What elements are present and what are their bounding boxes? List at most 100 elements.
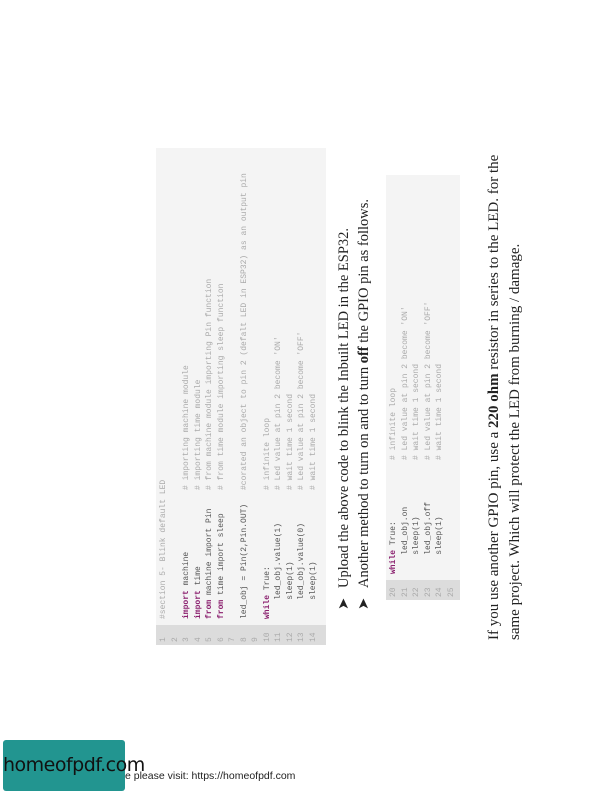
paragraph-bold-text: 220 ohm [486, 373, 502, 428]
code-line: 8 led_obj = Pin(2,Pin.OUT) #corated an obj… [239, 148, 251, 645]
code-text: sleep(1) [285, 561, 297, 619]
code-comment: # Led value at pin 2 become 'OFF' [297, 331, 306, 490]
line-number: 9 [251, 637, 260, 642]
bullet-item: ➤ Another method to turn on and to turn o… [354, 199, 374, 610]
code-body: #section 5- Blink default LED [159, 479, 168, 619]
bullet-text: Another method to turn on and to turn [356, 363, 372, 588]
code-text: led_obj.on [400, 507, 412, 574]
code-line: 9 [250, 148, 262, 645]
code-text: led_obj.value(1) [273, 523, 285, 619]
code-comment: # from time module importing sleep funct… [216, 283, 226, 490]
line-number: 13 [297, 632, 306, 642]
code-text: from time import sleep [216, 513, 228, 619]
line-number: 5 [205, 637, 214, 642]
code-comment: # wait time 1 second [285, 393, 295, 490]
keyword: from [216, 599, 226, 619]
bullet-text: Upload the above code to blink the Inbui… [336, 227, 352, 588]
code-text: led_obj = Pin(2,Pin.OUT) [239, 504, 251, 619]
code-comment: # wait time 1 second [412, 363, 421, 460]
code-line: 3 import machine # importing machine modul… [181, 148, 193, 645]
line-number: 8 [239, 637, 249, 642]
code-line: 2 [170, 148, 182, 645]
line-number: 2 [170, 637, 180, 642]
code-text: led_obj.off [423, 502, 435, 574]
arrow-bullet-icon: ➤ [336, 597, 352, 610]
keyword: import [182, 590, 191, 619]
code-body: time [193, 566, 203, 591]
arrow-bullet-icon: ➤ [356, 597, 372, 610]
code-text: sleep(1) [411, 516, 423, 574]
code-text: led_obj.value(0) [296, 523, 308, 619]
code-body: True: [262, 566, 272, 595]
paragraph-text: If you use another GPIO pin, use a [486, 427, 502, 640]
code-comment: # infinite loop [262, 417, 272, 490]
code-block-blink: 1 #section 5- Blink default LED 2 3 import m… [156, 148, 326, 645]
code-line: 13 led_obj.value(0) # Led value at pin 2 … [296, 148, 308, 645]
code-line: 1 #section 5- Blink default LED [158, 148, 170, 645]
code-body: led_obj.value(1) [274, 522, 283, 619]
code-body: sleep(1) [308, 561, 318, 619]
footer-link-text[interactable]: e please visit: https://homeofpdf.com [125, 770, 295, 782]
keyword: import [193, 590, 203, 619]
code-line: 22 sleep(1) # wait time 1 second [411, 175, 423, 600]
rotated-page-content: 1 #section 5- Blink default LED 2 3 import m… [148, 135, 538, 655]
code-line: 10 while True: # infinite loop [262, 148, 274, 645]
line-number: 20 [389, 587, 398, 597]
line-number: 7 [228, 637, 237, 642]
line-number: 24 [435, 587, 444, 597]
bullet-text: the GPIO pin as follows. [356, 198, 372, 347]
code-line: 6 from time import sleep # from time modul… [216, 148, 228, 645]
line-number: 1 [159, 637, 168, 642]
code-line: 20 while True: # infinite loop [388, 175, 400, 600]
code-line: 12 sleep(1) # wait time 1 second [285, 148, 297, 645]
code-line: 7 [227, 148, 239, 645]
code-comment: # infinite loop [389, 387, 398, 460]
line-number: 6 [216, 637, 226, 642]
keyword: from [205, 599, 214, 619]
code-text: while True: [262, 566, 274, 619]
code-body: sleep(1) [285, 561, 295, 619]
code-body: time import sleep [216, 513, 226, 600]
code-text: import machine [181, 552, 193, 619]
code-comment: # Led value at pin 2 become 'OFF' [423, 301, 433, 460]
line-number: 11 [274, 632, 283, 642]
code-comment: #corated an object to pin 2 (defalt LED … [239, 173, 249, 490]
bullet-list: ➤ Upload the above code to blink the Inbu… [334, 199, 374, 610]
bullet-bold-text: off [356, 346, 372, 364]
code-body: led_obj.value(0) [297, 522, 306, 619]
code-line: 11 led_obj.value(1) # Led value at pin 2 … [273, 148, 285, 645]
code-body: led_obj = Pin(2,Pin.OUT) [239, 503, 249, 619]
line-number: 14 [308, 632, 318, 642]
line-number: 12 [285, 632, 295, 642]
code-text: sleep(1) [434, 516, 446, 574]
code-comment: # importing time module [193, 379, 203, 490]
code-body: sleep(1) [412, 516, 421, 574]
code-comment: # wait time 1 second [308, 393, 318, 490]
code-body: machine [182, 551, 191, 591]
code-line: 21 led_obj.on # Led value at pin 2 become… [400, 175, 412, 600]
homeofpdf-logo[interactable]: homeofpdf.com [3, 740, 145, 791]
keyword: while [389, 549, 398, 574]
code-line: 4 import time # importing time module [193, 148, 205, 645]
bullet-item: ➤ Upload the above code to blink the Inbu… [334, 199, 354, 610]
code-body: led_obj.off [423, 501, 433, 574]
code-comment: # from machine module importing Pin func… [205, 278, 214, 490]
code-line: 24 sleep(1) # wait time 1 second [434, 175, 446, 600]
code-text: while True: [388, 521, 400, 574]
code-line: 25 [446, 175, 458, 600]
code-line: 14 sleep(1) # wait time 1 second [308, 148, 320, 645]
code-comment: # importing machine module [182, 365, 191, 490]
code-comment: # Led value at pin 2 become 'ON' [400, 306, 410, 460]
keyword: while [262, 594, 272, 619]
code-line: 5 from machine import Pin # from machine m… [204, 148, 216, 645]
code-text: sleep(1) [308, 561, 320, 619]
code-body: sleep(1) [435, 516, 444, 574]
code-comment: # Led value at pin 2 become 'ON' [274, 336, 283, 490]
code-body: True: [389, 521, 398, 550]
code-text: import time [193, 566, 205, 619]
code-comment: # wait time 1 second [435, 363, 444, 460]
resistor-note-paragraph: If you use another GPIO pin, use a 220 o… [484, 140, 526, 640]
code-body: led_obj.on [400, 506, 410, 574]
line-number: 3 [182, 637, 191, 642]
line-number: 25 [446, 587, 456, 597]
